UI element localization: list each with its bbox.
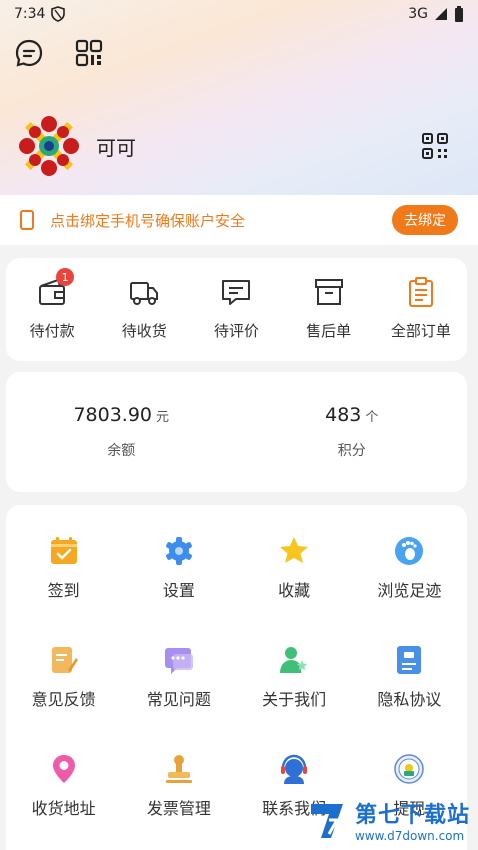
tool-label: 关于我们 (262, 690, 327, 709)
bind-phone-message: 点击绑定手机号确保账户安全 (50, 211, 246, 230)
balance-unit: 元 (156, 410, 170, 425)
balance-label: 余额 (107, 443, 136, 459)
order-after-sales[interactable]: 售后单 (289, 276, 369, 341)
footprint-icon (395, 537, 424, 565)
tool-label: 发票管理 (146, 799, 211, 818)
qr-code-icon (75, 39, 103, 67)
order-pending-receipt[interactable]: 待收货 (104, 276, 184, 341)
points-value: 483 (325, 404, 362, 426)
tool-history[interactable]: 浏览足迹 (352, 535, 467, 644)
withdraw-icon (394, 754, 425, 784)
star-icon (280, 537, 309, 563)
tool-label: 意见反馈 (31, 690, 96, 709)
bind-phone-button[interactable]: 去绑定 (392, 205, 458, 235)
bind-phone-bar[interactable]: 点击绑定手机号确保账户安全 去绑定 (0, 195, 478, 245)
status-bar: 7:34 3G (0, 0, 478, 28)
clipboard-icon (408, 277, 433, 307)
phone-icon (20, 210, 34, 230)
watermark: 第七下载站 www.d7down.com (307, 797, 470, 843)
truck-icon (130, 282, 159, 305)
my-qr-code-icon[interactable] (422, 133, 448, 159)
network-type: 3G (408, 6, 428, 22)
tool-favorites[interactable]: 收藏 (237, 535, 352, 644)
about-icon (280, 647, 308, 673)
tool-checkin[interactable]: 签到 (6, 535, 121, 644)
tool-label: 浏览足迹 (377, 581, 442, 600)
balance-value: 7803.90 (73, 404, 153, 426)
tool-label: 隐私协议 (377, 690, 442, 709)
order-label: 售后单 (306, 322, 352, 340)
order-label: 待付款 (29, 322, 75, 340)
tool-label: 常见问题 (146, 690, 211, 709)
comment-icon (222, 280, 251, 305)
avatar[interactable] (16, 113, 82, 179)
orders-card: 1 待付款 待收货 待评价 售后单 全部订单 (6, 258, 467, 361)
scan-button[interactable] (74, 38, 104, 68)
order-label: 全部订单 (390, 322, 451, 340)
watermark-logo-icon (310, 804, 343, 838)
chat-bubble-icon (15, 39, 43, 67)
assets-card: 7803.90 元 余额 483 个 积分 (6, 372, 467, 492)
profile-section[interactable]: 可可 (16, 113, 462, 179)
tool-label: 签到 (47, 581, 80, 600)
order-label: 待评价 (213, 322, 259, 340)
points-unit: 个 (365, 410, 379, 425)
tool-label: 收藏 (278, 581, 311, 600)
shield-icon (51, 6, 66, 22)
message-button[interactable] (14, 38, 44, 68)
tool-privacy[interactable]: 隐私协议 (352, 644, 467, 753)
tool-label: 收货地址 (31, 799, 96, 818)
tool-feedback[interactable]: 意见反馈 (6, 644, 121, 753)
tool-label: 设置 (162, 581, 195, 600)
settings-icon (165, 537, 192, 565)
invoice-icon (165, 755, 192, 783)
archive-icon (314, 279, 343, 305)
balance-item[interactable]: 7803.90 元 余额 (6, 372, 237, 492)
order-pending-payment[interactable]: 1 待付款 (12, 268, 92, 341)
tool-faq[interactable]: 常见问题 (121, 644, 236, 753)
tool-settings[interactable]: 设置 (121, 535, 236, 644)
tool-address[interactable]: 收货地址 (6, 753, 121, 850)
checkin-icon (50, 537, 77, 564)
watermark-url: www.d7down.com (354, 829, 465, 843)
pending-payment-badge: 1 (56, 268, 75, 286)
contact-icon (281, 754, 308, 784)
privacy-icon (397, 646, 422, 674)
nickname[interactable]: 可可 (96, 132, 136, 161)
order-all[interactable]: 全部订单 (381, 276, 461, 341)
status-time: 7:34 (14, 6, 46, 22)
feedback-icon (51, 647, 78, 673)
tool-invoice[interactable]: 发票管理 (121, 753, 236, 850)
order-label: 待收货 (121, 322, 167, 340)
points-item[interactable]: 483 个 积分 (237, 372, 468, 492)
watermark-title: 第七下载站 (354, 803, 470, 828)
signal-icon (435, 8, 447, 20)
tool-about[interactable]: 关于我们 (237, 644, 352, 753)
points-label: 积分 (337, 443, 366, 459)
battery-icon (455, 6, 463, 22)
location-icon (52, 755, 75, 783)
faq-icon (164, 648, 193, 674)
order-pending-review[interactable]: 待评价 (196, 276, 276, 341)
